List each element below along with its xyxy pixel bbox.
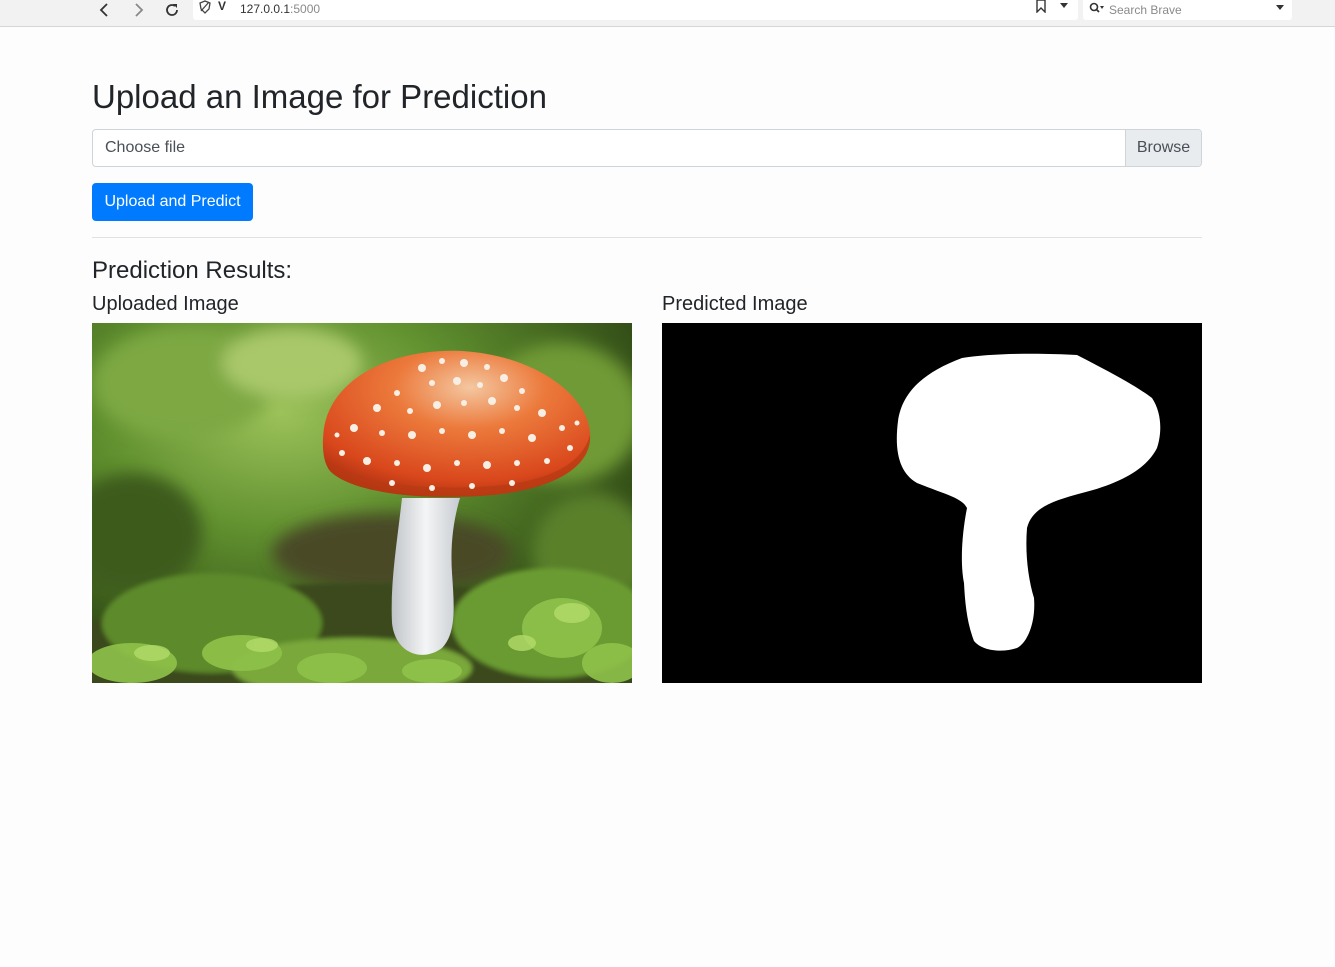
- url-host: 127.0.0.1: [240, 2, 291, 16]
- results-heading: Prediction Results:: [92, 257, 293, 284]
- bookmark-icon[interactable]: [1036, 0, 1046, 13]
- browse-button[interactable]: Browse: [1125, 130, 1201, 166]
- predicted-image: [662, 323, 1202, 683]
- chevron-down-icon[interactable]: [1059, 2, 1069, 10]
- shield-icon[interactable]: [198, 0, 212, 14]
- predicted-image-heading: Predicted Image: [662, 293, 808, 315]
- forward-button[interactable]: [128, 0, 150, 20]
- search-placeholder: Search Brave: [1109, 3, 1182, 17]
- reload-button[interactable]: [161, 0, 183, 20]
- upload-and-predict-button[interactable]: Upload and Predict: [92, 183, 253, 221]
- vivaldi-logo-icon: V: [218, 0, 227, 13]
- file-input[interactable]: Choose file Browse: [92, 129, 1202, 167]
- back-arrow-icon: [99, 3, 108, 17]
- page-title: Upload an Image for Prediction: [92, 78, 547, 115]
- url-text[interactable]: 127.0.0.1:5000: [240, 2, 320, 16]
- reload-icon: [166, 4, 178, 16]
- chevron-down-icon[interactable]: [1275, 4, 1285, 12]
- uploaded-image-heading: Uploaded Image: [92, 293, 239, 315]
- url-port: :5000: [290, 2, 321, 16]
- divider: [92, 237, 1202, 238]
- forward-arrow-icon: [135, 3, 144, 17]
- back-button[interactable]: [93, 0, 115, 20]
- file-input-label: Choose file: [105, 139, 186, 156]
- search-bar[interactable]: Search Brave: [1083, 0, 1292, 20]
- browser-toolbar: V 127.0.0.1:5000 Search Brave: [0, 0, 1335, 27]
- search-icon: [1089, 2, 1104, 13]
- uploaded-image: [92, 323, 632, 683]
- address-bar[interactable]: V 127.0.0.1:5000: [193, 0, 1078, 20]
